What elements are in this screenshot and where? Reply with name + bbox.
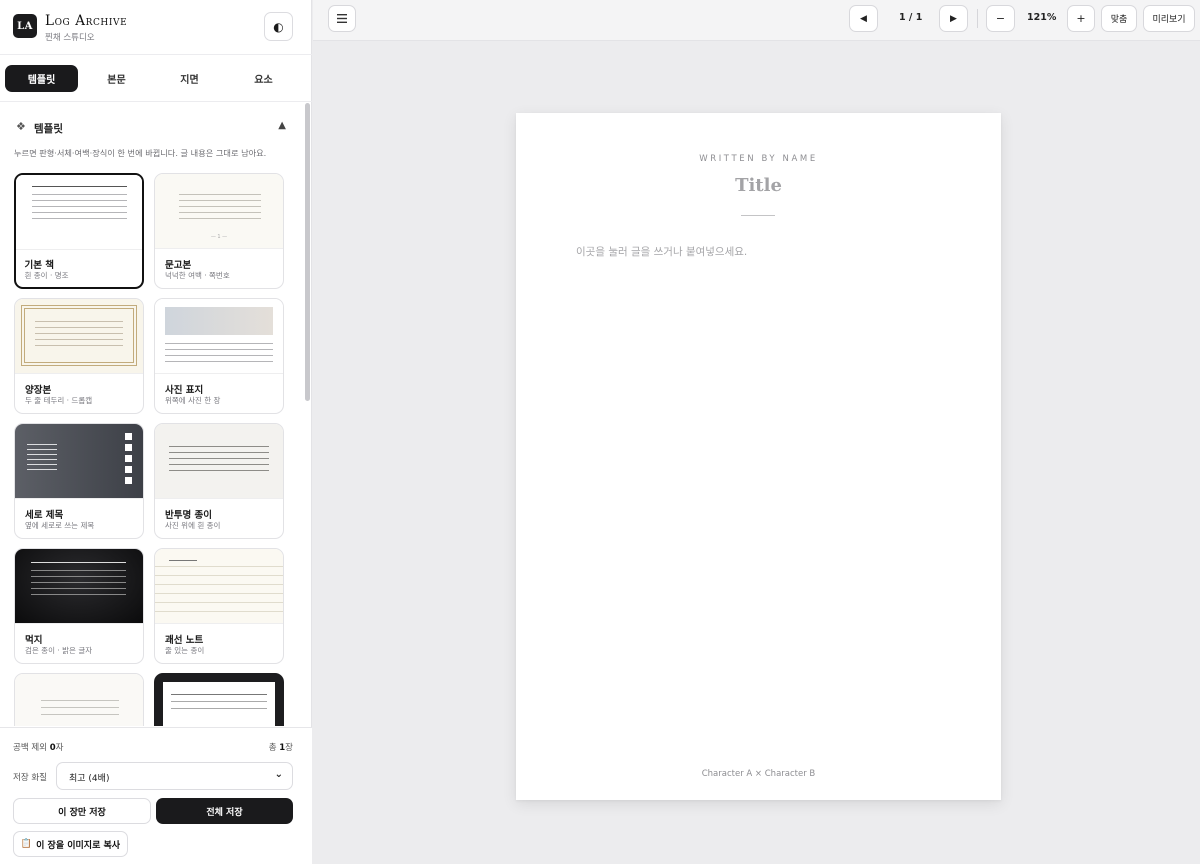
zoom-in-button[interactable]: + bbox=[1067, 5, 1095, 32]
template-card-lined-note[interactable]: 괘선 노트 줄 있는 종이 bbox=[154, 548, 284, 664]
template-panel: ❖ 템플릿 ▲ 누르면 판형·서체·여백·장식이 한 번에 바뀝니다. 글 내용… bbox=[0, 103, 312, 726]
save-page-button[interactable]: 이 장만 저장 bbox=[13, 798, 151, 824]
page-author[interactable]: WRITTEN BY NAME bbox=[516, 154, 1001, 164]
template-thumbnail: — 1 — bbox=[155, 174, 283, 249]
templates-section-header[interactable]: ❖ 템플릿 ▲ bbox=[16, 119, 286, 137]
zoom-out-button[interactable]: − bbox=[986, 5, 1015, 32]
quality-value: 최고 (4배) bbox=[69, 774, 110, 784]
section-title: 템플릿 bbox=[34, 123, 63, 135]
template-name: 먹지 bbox=[25, 635, 43, 646]
app-subtitle: 찐채 스튜디오 bbox=[45, 33, 95, 43]
copy-as-image-label: 이 장을 이미지로 복사 bbox=[36, 840, 121, 851]
page-footer[interactable]: Character A × Character B bbox=[516, 769, 1001, 779]
template-name: 세로 제목 bbox=[25, 510, 64, 521]
template-thumbnail bbox=[155, 549, 283, 624]
page-count: 총 1장 bbox=[268, 743, 293, 753]
sidebar-scrollbar[interactable] bbox=[305, 103, 310, 401]
brand-header: LA Log Archive 찐채 스튜디오 ◐ bbox=[0, 0, 312, 55]
title-divider bbox=[741, 215, 775, 216]
next-page-button[interactable]: ▶ bbox=[939, 5, 968, 32]
page-body-placeholder[interactable]: 이곳을 눌러 글을 쓰거나 붙여넣으세요. bbox=[576, 244, 747, 259]
prev-page-icon: ◀ bbox=[860, 13, 867, 24]
tab-body[interactable]: 본문 bbox=[80, 65, 153, 92]
sidebar-footer: 공백 제외 0자 총 1장 저장 화질 최고 (4배) ⌄ 이 장만 저장 전체… bbox=[0, 727, 312, 864]
template-card-hardcover[interactable]: 양장본 두 줄 테두리 · 드롭캡 bbox=[14, 298, 144, 414]
sidebar-tabs: 템플릿 본문 지면 요소 bbox=[0, 56, 312, 102]
app-title: Log Archive bbox=[45, 13, 128, 29]
template-desc: 검은 종이 · 밝은 글자 bbox=[25, 646, 93, 655]
template-desc: 넉넉한 여백 · 쪽번호 bbox=[165, 271, 230, 280]
template-name: 양장본 bbox=[25, 385, 52, 396]
template-desc: 위쪽에 사진 한 장 bbox=[165, 396, 221, 405]
template-card-9[interactable] bbox=[14, 673, 144, 726]
top-toolbar: ◀ 1 / 1 ▶ − 121% + 맞춤 미리보기 bbox=[313, 0, 1200, 41]
template-thumbnail bbox=[15, 424, 143, 499]
preview-button[interactable]: 미리보기 bbox=[1143, 5, 1195, 32]
menu-button[interactable] bbox=[328, 5, 356, 32]
template-thumbnail bbox=[155, 674, 283, 726]
template-thumbnail bbox=[155, 299, 283, 374]
template-thumbnail bbox=[15, 299, 143, 374]
tab-page[interactable]: 지면 bbox=[153, 65, 226, 92]
zoom-level: 121% bbox=[1027, 12, 1057, 23]
template-name: 반투명 종이 bbox=[165, 510, 213, 521]
template-thumbnail bbox=[15, 549, 143, 624]
quality-label: 저장 화질 bbox=[13, 773, 47, 783]
template-thumbnail bbox=[15, 674, 143, 726]
next-page-icon: ▶ bbox=[950, 13, 957, 24]
chevron-down-icon: ⌄ bbox=[274, 769, 283, 780]
template-thumbnail bbox=[155, 424, 283, 499]
template-card-photo-cover[interactable]: 사진 표지 위쪽에 사진 한 장 bbox=[154, 298, 284, 414]
tab-elements[interactable]: 요소 bbox=[227, 65, 300, 92]
page-indicator: 1 / 1 bbox=[899, 12, 923, 23]
template-card-carbon-paper[interactable]: 먹지 검은 종이 · 밝은 글자 bbox=[14, 548, 144, 664]
contrast-icon: ◐ bbox=[273, 19, 284, 34]
template-desc: 사진 위에 흰 종이 bbox=[165, 521, 221, 530]
template-name: 사진 표지 bbox=[165, 385, 204, 396]
save-all-button[interactable]: 전체 저장 bbox=[156, 798, 293, 824]
clipboard-icon: 📋 bbox=[20, 839, 33, 849]
diamond-icon: ❖ bbox=[16, 120, 26, 133]
template-thumbnail bbox=[16, 175, 142, 250]
menu-icon bbox=[337, 14, 347, 23]
prev-page-button[interactable]: ◀ bbox=[849, 5, 878, 32]
quality-select[interactable]: 최고 (4배) ⌄ bbox=[56, 762, 293, 790]
template-card-translucent-paper[interactable]: 반투명 종이 사진 위에 흰 종이 bbox=[154, 423, 284, 539]
theme-toggle-button[interactable]: ◐ bbox=[264, 12, 293, 41]
template-name: 문고본 bbox=[165, 260, 192, 271]
toolbar-divider bbox=[977, 9, 978, 28]
chevron-up-icon[interactable]: ▲ bbox=[278, 120, 286, 131]
document-page[interactable]: WRITTEN BY NAME Title 이곳을 눌러 글을 쓰거나 붙여넣으… bbox=[516, 113, 1001, 800]
tab-templates[interactable]: 템플릿 bbox=[5, 65, 78, 92]
template-desc: 줄 있는 종이 bbox=[165, 646, 205, 655]
brand-logo: LA bbox=[13, 14, 37, 38]
page-title[interactable]: Title bbox=[516, 175, 1001, 196]
template-card-paperback[interactable]: — 1 — 문고본 넉넉한 여백 · 쪽번호 bbox=[154, 173, 284, 289]
template-name: 기본 책 bbox=[24, 259, 55, 271]
template-card-basic-book[interactable]: 기본 책 흰 종이 · 명조 bbox=[14, 173, 144, 289]
copy-as-image-button[interactable]: 📋 이 장을 이미지로 복사 bbox=[13, 831, 128, 857]
template-desc: 두 줄 테두리 · 드롭캡 bbox=[25, 396, 93, 405]
template-card-10[interactable] bbox=[154, 673, 284, 726]
template-card-vertical-title[interactable]: 세로 제목 옆에 세로로 쓰는 제목 bbox=[14, 423, 144, 539]
char-count: 공백 제외 0자 bbox=[13, 743, 64, 753]
template-name: 괘선 노트 bbox=[165, 635, 204, 646]
template-desc: 흰 종이 · 명조 bbox=[24, 270, 69, 280]
section-description: 누르면 판형·서체·여백·장식이 한 번에 바뀝니다. 글 내용은 그대로 남아… bbox=[14, 148, 267, 158]
template-desc: 옆에 세로로 쓰는 제목 bbox=[25, 521, 95, 530]
fit-button[interactable]: 맞춤 bbox=[1101, 5, 1137, 32]
sidebar: LA Log Archive 찐채 스튜디오 ◐ 템플릿 본문 지면 요소 ❖ … bbox=[0, 0, 312, 864]
